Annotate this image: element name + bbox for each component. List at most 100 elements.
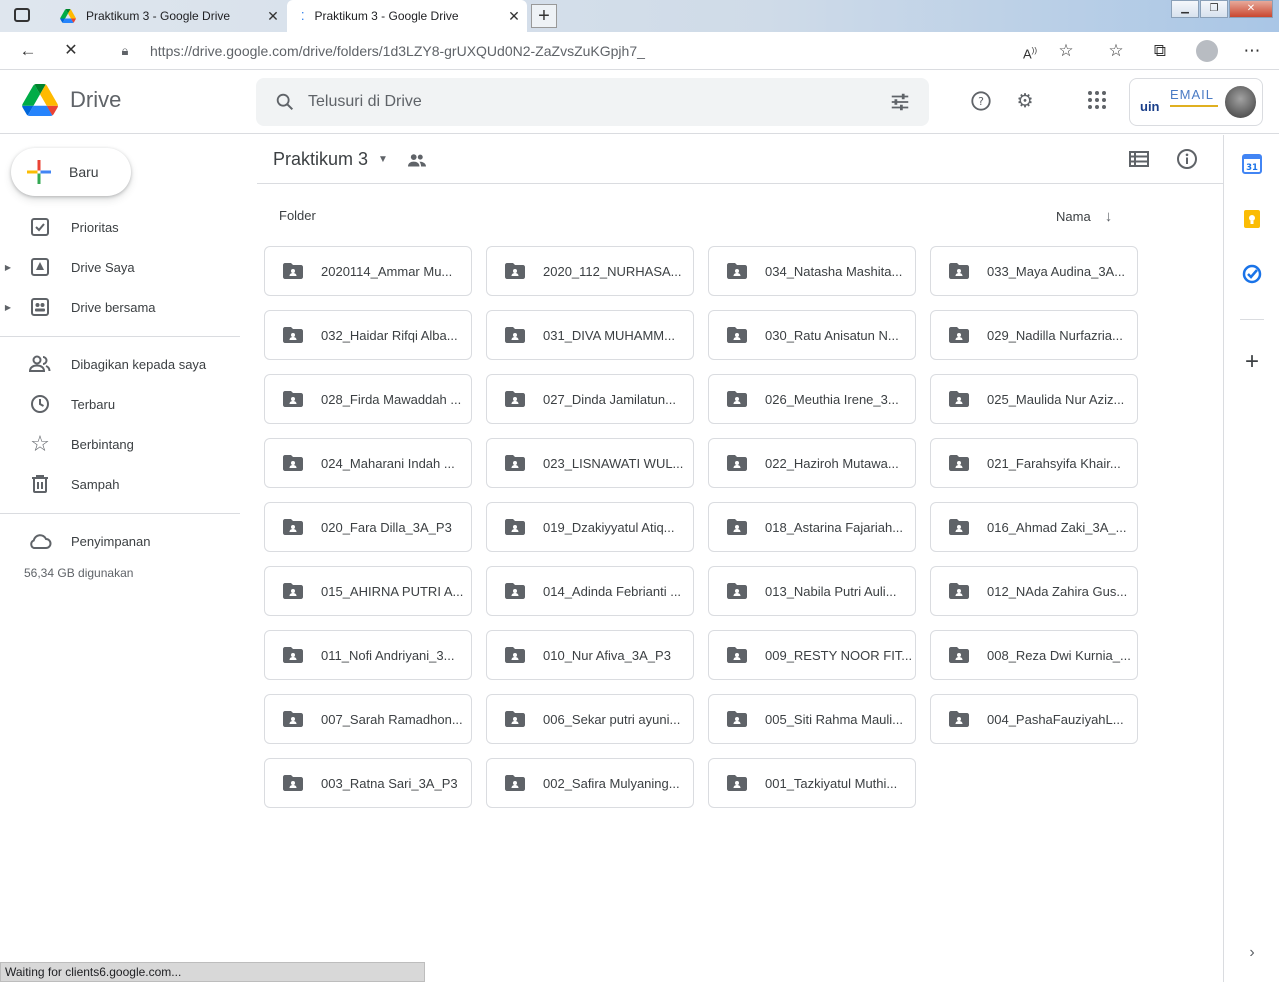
browser-tab-2-active[interactable]: ⁚ Praktikum 3 - Google Drive ✕ bbox=[287, 0, 527, 32]
drive-logo[interactable]: Drive bbox=[22, 84, 121, 116]
folder-item[interactable]: 2020_112_NURHASA... bbox=[486, 246, 694, 296]
window-controls: ▁ ❐ ✕ bbox=[1170, 0, 1273, 18]
folder-item[interactable]: 024_Maharani Indah ... bbox=[264, 438, 472, 488]
folder-item[interactable]: 021_Farahsyifa Khair... bbox=[930, 438, 1138, 488]
sort-arrow-icon[interactable]: ↓ bbox=[1105, 208, 1113, 225]
folder-name: 016_Ahmad Zaki_3A_... bbox=[987, 519, 1127, 535]
folder-item[interactable]: 002_Safira Mulyaning... bbox=[486, 758, 694, 808]
folder-item[interactable]: 011_Nofi Andriyani_3... bbox=[264, 630, 472, 680]
folder-item[interactable]: 022_Haziroh Mutawa... bbox=[708, 438, 916, 488]
search-bar[interactable]: Telusuri di Drive bbox=[256, 78, 929, 126]
folder-item[interactable]: 033_Maya Audina_3A... bbox=[930, 246, 1138, 296]
help-icon[interactable]: ? bbox=[969, 90, 993, 114]
folder-item[interactable]: 029_Nadilla Nurfazria... bbox=[930, 310, 1138, 360]
folder-item[interactable]: 012_NAda Zahira Gus... bbox=[930, 566, 1138, 616]
drive-favicon-icon bbox=[60, 9, 76, 23]
sidebar-item-prioritas[interactable]: Prioritas bbox=[0, 207, 240, 247]
url-field[interactable]: 🔒︎ https://drive.google.com/drive/folder… bbox=[100, 36, 1076, 66]
folder-item[interactable]: 006_Sekar putri ayuni... bbox=[486, 694, 694, 744]
tasks-icon[interactable] bbox=[1242, 264, 1262, 284]
folder-item[interactable]: 020_Fara Dilla_3A_P3 bbox=[264, 502, 472, 552]
browser-titlebar: Praktikum 3 - Google Drive ✕ ⁚ Praktikum… bbox=[0, 0, 1279, 32]
minimize-button[interactable]: ▁ bbox=[1171, 0, 1199, 18]
account-avatar[interactable] bbox=[1224, 86, 1256, 118]
maximize-button[interactable]: ❐ bbox=[1200, 0, 1228, 18]
folder-item[interactable]: 2020114_Ammar Mu... bbox=[264, 246, 472, 296]
folder-item[interactable]: 004_PashaFauziyahL... bbox=[930, 694, 1138, 744]
window-close-button[interactable]: ✕ bbox=[1229, 0, 1273, 18]
folder-item[interactable]: 013_Nabila Putri Auli... bbox=[708, 566, 916, 616]
search-input[interactable]: Telusuri di Drive bbox=[308, 93, 889, 111]
sidebar-item-label: Terbaru bbox=[71, 396, 116, 412]
favorites-icon[interactable]: ☆ bbox=[1102, 38, 1130, 64]
folder-item[interactable]: 007_Sarah Ramadhon... bbox=[264, 694, 472, 744]
folder-item[interactable]: 032_Haidar Rifqi Alba... bbox=[264, 310, 472, 360]
sidebar-item-drive-bersama[interactable]: ▶ Drive bersama bbox=[0, 287, 240, 327]
shared-folder-icon bbox=[505, 583, 525, 599]
sidebar-item-terbaru[interactable]: Terbaru bbox=[0, 384, 240, 424]
folder-item[interactable]: 010_Nur Afiva_3A_P3 bbox=[486, 630, 694, 680]
folder-item[interactable]: 025_Maulida Nur Aziz... bbox=[930, 374, 1138, 424]
tab-close-icon[interactable]: ✕ bbox=[501, 8, 527, 25]
add-favorite-icon[interactable]: ☆ bbox=[1052, 38, 1080, 64]
new-button[interactable]: Baru bbox=[11, 148, 131, 196]
browser-menu-icon[interactable]: ⋯ bbox=[1238, 38, 1266, 64]
expand-arrow-icon[interactable]: ▶ bbox=[0, 303, 16, 312]
folder-name: 023_LISNAWATI WUL... bbox=[543, 455, 684, 471]
folder-item[interactable]: 009_RESTY NOOR FIT... bbox=[708, 630, 916, 680]
keep-icon[interactable] bbox=[1242, 209, 1262, 229]
shared-folder-icon bbox=[505, 263, 525, 279]
apps-grid-icon[interactable] bbox=[1085, 90, 1109, 114]
search-icon[interactable] bbox=[274, 91, 296, 113]
folder-item[interactable]: 001_Tazkiyatul Muthi... bbox=[708, 758, 916, 808]
breadcrumb[interactable]: Praktikum 3 ▼ bbox=[273, 149, 426, 170]
page-title[interactable]: Praktikum 3 bbox=[273, 149, 368, 170]
sidebar-item-drive-saya[interactable]: ▶ Drive Saya bbox=[0, 247, 240, 287]
dropdown-arrow-icon[interactable]: ▼ bbox=[378, 154, 388, 165]
profile-avatar[interactable] bbox=[1196, 40, 1218, 62]
sidebar-item-sampah[interactable]: Sampah bbox=[0, 464, 240, 504]
folder-item[interactable]: 031_DIVA MUHAMM... bbox=[486, 310, 694, 360]
folder-item[interactable]: 016_Ahmad Zaki_3A_... bbox=[930, 502, 1138, 552]
sidebar-item-label: Berbintang bbox=[71, 436, 134, 452]
back-button[interactable]: ← bbox=[14, 38, 42, 64]
info-icon[interactable] bbox=[1176, 148, 1198, 175]
calendar-icon[interactable]: 31 bbox=[1242, 154, 1262, 174]
folder-item[interactable]: 030_Ratu Anisatun N... bbox=[708, 310, 916, 360]
tab-actions-icon[interactable] bbox=[14, 8, 30, 22]
header-divider bbox=[257, 183, 1223, 184]
shared-folder-people-icon[interactable] bbox=[407, 153, 426, 167]
folder-item[interactable]: 003_Ratna Sari_3A_P3 bbox=[264, 758, 472, 808]
folder-item[interactable]: 008_Reza Dwi Kurnia_... bbox=[930, 630, 1138, 680]
folder-item[interactable]: 023_LISNAWATI WUL... bbox=[486, 438, 694, 488]
add-addon-plus-icon[interactable]: + bbox=[1242, 350, 1262, 374]
folder-item[interactable]: 005_Siti Rahma Mauli... bbox=[708, 694, 916, 744]
sort-label[interactable]: Nama bbox=[1056, 209, 1091, 224]
sort-by-name[interactable]: Nama ↓ bbox=[1056, 208, 1112, 225]
expand-panel-chevron-icon[interactable]: › bbox=[1242, 944, 1262, 964]
list-view-icon[interactable] bbox=[1129, 149, 1149, 174]
folder-item[interactable]: 018_Astarina Fajariah... bbox=[708, 502, 916, 552]
sidebar-item-berbintang[interactable]: ☆ Berbintang bbox=[0, 424, 240, 464]
folder-item[interactable]: 027_Dinda Jamilatun... bbox=[486, 374, 694, 424]
browser-tab-1[interactable]: Praktikum 3 - Google Drive ✕ bbox=[48, 0, 286, 32]
app-name: Drive bbox=[70, 87, 122, 112]
search-options-icon[interactable] bbox=[889, 91, 911, 113]
settings-gear-icon[interactable]: ⚙ bbox=[1013, 90, 1037, 114]
folder-item[interactable]: 014_Adinda Febrianti ... bbox=[486, 566, 694, 616]
stop-loading-button[interactable]: ✕ bbox=[57, 38, 85, 64]
folder-item[interactable]: 028_Firda Mawaddah ... bbox=[264, 374, 472, 424]
read-aloud-icon[interactable]: A)) bbox=[1016, 38, 1044, 64]
tab-close-icon[interactable]: ✕ bbox=[260, 8, 286, 25]
sidebar-item-penyimpanan[interactable]: Penyimpanan bbox=[0, 521, 240, 561]
expand-arrow-icon[interactable]: ▶ bbox=[0, 263, 16, 272]
sidebar-item-dibagikan[interactable]: Dibagikan kepada saya bbox=[0, 344, 240, 384]
folder-item[interactable]: 019_Dzakiyyatul Atiq... bbox=[486, 502, 694, 552]
account-switcher[interactable]: uin EMAIL bbox=[1129, 78, 1263, 126]
new-tab-button[interactable]: + bbox=[531, 4, 557, 28]
folder-item[interactable]: 015_AHIRNA PUTRI A... bbox=[264, 566, 472, 616]
shared-folder-icon bbox=[727, 391, 747, 407]
folder-item[interactable]: 034_Natasha Mashita... bbox=[708, 246, 916, 296]
collections-icon[interactable]: ⧉ bbox=[1146, 38, 1174, 64]
folder-item[interactable]: 026_Meuthia Irene_3... bbox=[708, 374, 916, 424]
